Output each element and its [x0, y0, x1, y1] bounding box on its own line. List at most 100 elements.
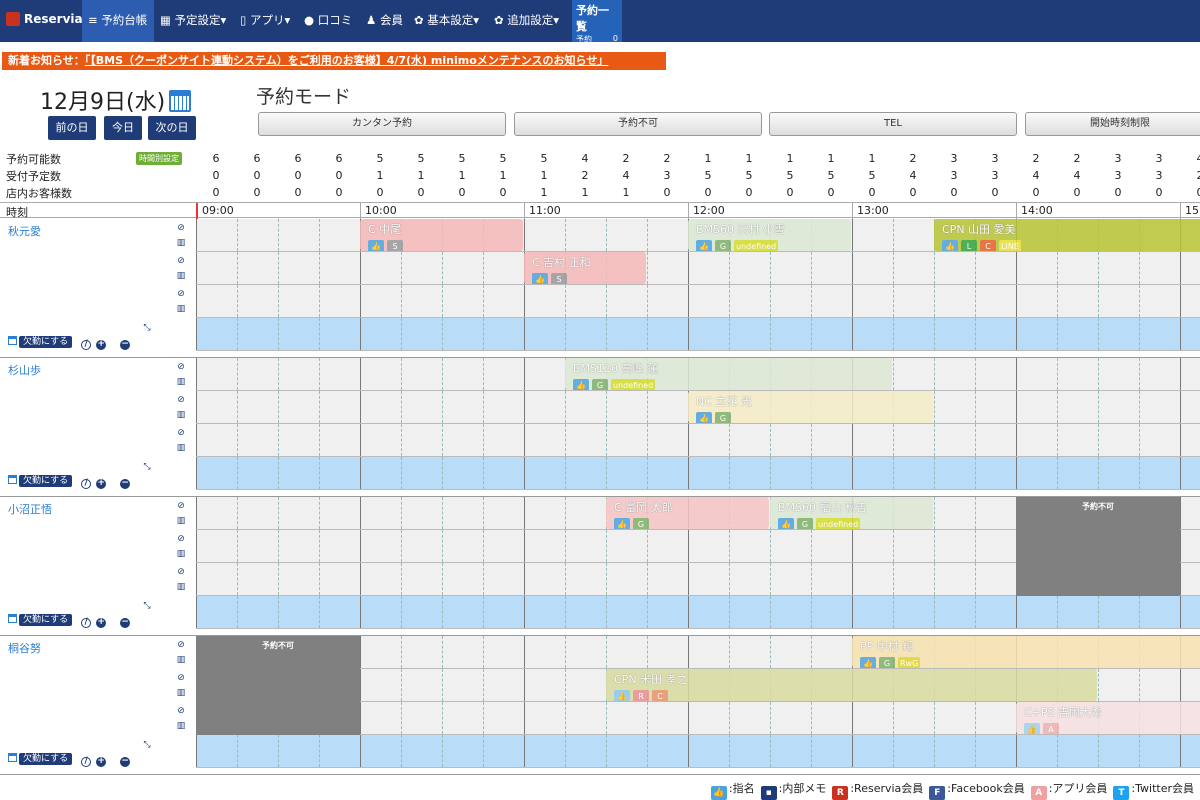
unavailable-block[interactable]: 予約不可	[1016, 497, 1180, 596]
absent-button[interactable]: 欠勤にする	[19, 753, 73, 765]
cancel-icon[interactable]: ⊘	[176, 534, 186, 544]
booking-block[interactable]: C+PS 吉岡大希 👍 A	[1016, 702, 1200, 734]
unavailable-button[interactable]: 予約不可	[514, 112, 762, 136]
cancel-icon[interactable]: ⊘	[176, 428, 186, 438]
news-link[interactable]: 「【BMS（クーポンサイト連動システム）をご利用のお客様】4/7(水) mini…	[85, 54, 609, 67]
calendar-icon[interactable]	[8, 336, 17, 345]
cancel-icon[interactable]: ⊘	[176, 706, 186, 716]
block-icon[interactable]: /	[81, 479, 92, 489]
calendar-icon[interactable]	[8, 475, 17, 484]
calendar-icon[interactable]	[169, 90, 192, 112]
start-time-limit-button[interactable]: 開始時刻制限	[1025, 112, 1200, 136]
cancel-icon[interactable]: ⊘	[176, 289, 186, 299]
reservation-list-widget[interactable]: 予約一覧 予約 0 取消 0	[572, 0, 622, 55]
staff-name[interactable]: 小沼正悟	[8, 501, 52, 517]
booking-block[interactable]: C 中尾 👍 S	[360, 219, 523, 251]
trash-icon[interactable]: ▥	[176, 688, 186, 698]
block-icon[interactable]: /	[81, 618, 92, 628]
cancel-icon[interactable]: ⊘	[176, 223, 186, 233]
trash-icon[interactable]: ▥	[176, 582, 186, 592]
minus-icon[interactable]: −	[120, 618, 131, 628]
grid-line	[770, 702, 771, 734]
scheduled-count: 0	[294, 169, 302, 182]
compress-icon[interactable]: ⤡	[142, 601, 152, 611]
grid-line	[524, 497, 525, 529]
cancel-icon[interactable]: ⊘	[176, 256, 186, 266]
booking-block[interactable]: BMS60 福山 秋吉 👍 Gundefined	[770, 497, 933, 529]
easy-reservation-button[interactable]: カンタン予約	[258, 112, 506, 136]
grid-line	[278, 219, 279, 251]
plus-icon[interactable]: +	[96, 479, 107, 489]
grid-line	[893, 735, 894, 767]
calendar-icon[interactable]	[8, 614, 17, 623]
compress-icon[interactable]: ⤡	[142, 323, 152, 333]
cancel-icon[interactable]: ⊘	[176, 673, 186, 683]
trash-icon[interactable]: ▥	[176, 377, 186, 387]
trash-icon[interactable]: ▥	[176, 238, 186, 248]
legend-item: 👍:指名	[710, 780, 755, 800]
calendar-icon[interactable]	[8, 753, 17, 762]
tel-button[interactable]: TEL	[769, 112, 1017, 136]
booking-block[interactable]: C 吉村 正和 👍 S	[524, 252, 646, 284]
nav-app[interactable]: ▯ アプリ▾	[240, 0, 290, 42]
plus-icon[interactable]: +	[96, 757, 107, 767]
trash-icon[interactable]: ▥	[176, 549, 186, 559]
prev-day-button[interactable]: 前の日	[48, 116, 96, 140]
trash-icon[interactable]: ▥	[176, 410, 186, 420]
trash-icon[interactable]: ▥	[176, 516, 186, 526]
grid-line	[934, 530, 935, 562]
nav-reservation-ledger[interactable]: ≡ 予約台帳	[82, 0, 154, 42]
plus-icon[interactable]: +	[96, 618, 107, 628]
nav-schedule-settings[interactable]: ▦ 予定設定▾	[160, 0, 226, 42]
block-icon[interactable]: /	[81, 757, 92, 767]
time-slot-row[interactable]	[196, 424, 1200, 457]
time-settings-button[interactable]: 時間別設定	[136, 152, 182, 165]
trash-icon[interactable]: ▥	[176, 304, 186, 314]
trash-icon[interactable]: ▥	[176, 655, 186, 665]
time-slot-row[interactable]	[196, 318, 1200, 351]
booking-block[interactable]: BMS120 高峰 蓮 👍 Gundefined	[565, 358, 892, 390]
nav-additional-settings[interactable]: ✿ 追加設定▾	[494, 0, 559, 42]
time-slot-row[interactable]	[196, 596, 1200, 629]
cancel-icon[interactable]: ⊘	[176, 395, 186, 405]
nav-members[interactable]: ♟ 会員	[366, 0, 403, 42]
cancel-icon[interactable]: ⊘	[176, 640, 186, 650]
block-icon[interactable]: /	[81, 340, 92, 350]
app-logo[interactable]: Reservia	[6, 12, 83, 26]
time-slot-row[interactable]	[196, 285, 1200, 318]
time-slot-row[interactable]	[196, 457, 1200, 490]
trash-icon[interactable]: ▥	[176, 443, 186, 453]
staff-name[interactable]: 杉山歩	[8, 362, 41, 378]
minus-icon[interactable]: −	[120, 479, 131, 489]
staff-name[interactable]: 秋元愛	[8, 223, 41, 239]
trash-icon[interactable]: ▥	[176, 721, 186, 731]
nav-basic-settings[interactable]: ✿ 基本設定▾	[414, 0, 479, 42]
minus-icon[interactable]: −	[120, 340, 131, 350]
absent-button[interactable]: 欠勤にする	[19, 614, 73, 626]
today-button[interactable]: 今日	[104, 116, 142, 140]
news-banner[interactable]: 新着お知らせ：「【BMS（クーポンサイト連動システム）をご利用のお客様】4/7(…	[2, 52, 666, 70]
absent-button[interactable]: 欠勤にする	[19, 336, 73, 348]
available-count: 2	[1032, 152, 1040, 165]
next-day-button[interactable]: 次の日	[148, 116, 196, 140]
cancel-icon[interactable]: ⊘	[176, 501, 186, 511]
time-slot-row[interactable]	[196, 735, 1200, 768]
unavailable-block[interactable]: 予約不可	[196, 636, 360, 735]
staff-name[interactable]: 桐谷努	[8, 640, 41, 656]
nav-reviews[interactable]: ● 口コミ	[304, 0, 352, 42]
minus-icon[interactable]: −	[120, 757, 131, 767]
booking-block[interactable]: CPN 山田 愛美 👍 L C LINE	[934, 219, 1200, 251]
booking-block[interactable]: PP 中村 翔 👍 G RwG	[852, 636, 1200, 668]
booking-block[interactable]: NC 立花 光 👍 G	[688, 391, 933, 423]
compress-icon[interactable]: ⤡	[142, 462, 152, 472]
absent-button[interactable]: 欠勤にする	[19, 475, 73, 487]
trash-icon[interactable]: ▥	[176, 271, 186, 281]
cancel-icon[interactable]: ⊘	[176, 362, 186, 372]
booking-block[interactable]: C 富岡 太郎 👍 G	[606, 497, 769, 529]
booking-block[interactable]: CPN 米田 孝之 👍 R C	[606, 669, 1097, 701]
cancel-icon[interactable]: ⊘	[176, 567, 186, 577]
compress-icon[interactable]: ⤡	[142, 740, 152, 750]
booking-block[interactable]: BMS60 田村 小雪 👍 Gundefined	[688, 219, 851, 251]
time-slot-row[interactable]	[196, 252, 1200, 285]
plus-icon[interactable]: +	[96, 340, 107, 350]
